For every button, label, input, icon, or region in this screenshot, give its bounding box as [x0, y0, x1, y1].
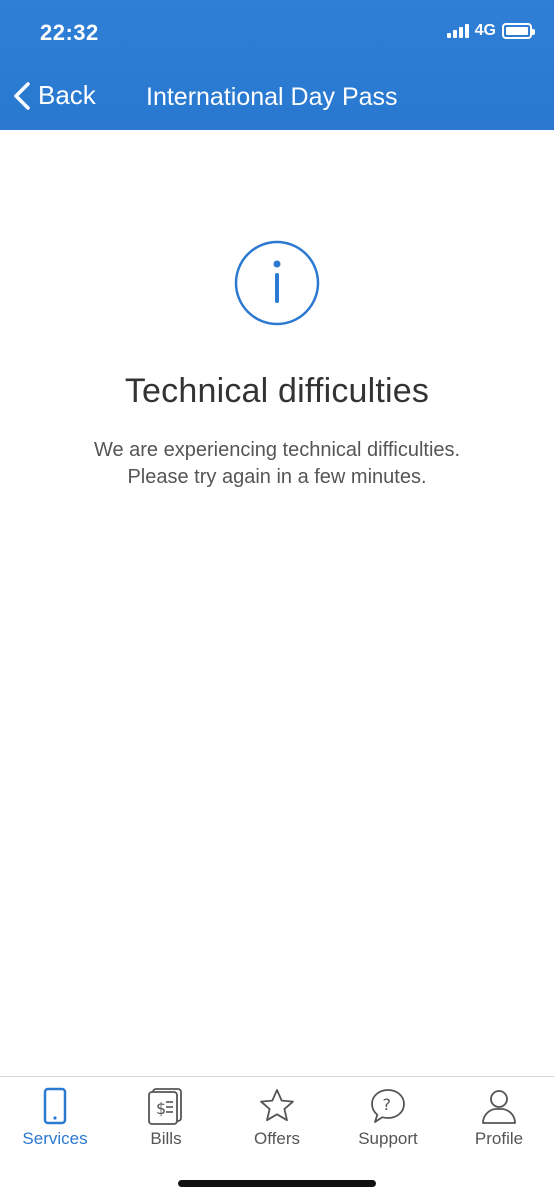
tab-label-services: Services [22, 1129, 88, 1148]
network-label: 4G [474, 22, 496, 39]
tab-support[interactable]: ? Support [333, 1077, 443, 1157]
star-icon [260, 1089, 294, 1122]
tab-services[interactable]: Services [0, 1077, 110, 1157]
tab-offers[interactable]: Offers [222, 1077, 332, 1157]
status-time: 22:32 [40, 20, 99, 45]
question-bubble-icon: ? [371, 1089, 405, 1123]
header: 22:32 4G Back International Day Pass [0, 0, 554, 130]
tab-label-profile: Profile [474, 1129, 524, 1148]
phone-icon [43, 1087, 67, 1125]
error-message-line1: We are experiencing technical difficulti… [93, 439, 461, 461]
error-message: We are experiencing technical difficulti… [0, 437, 554, 491]
bill-icon: $ [148, 1088, 182, 1125]
error-message-line2: Please try again in a few minutes. [127, 466, 427, 488]
tab-label-support: Support [358, 1129, 418, 1148]
screen: 22:32 4G Back International Day Pass Tec… [0, 0, 554, 1200]
tab-bills[interactable]: $ Bills [111, 1077, 221, 1157]
info-icon [234, 240, 320, 326]
home-indicator [178, 1180, 376, 1187]
svg-text:?: ? [383, 1095, 392, 1114]
back-button[interactable]: Back [12, 80, 96, 111]
tab-profile[interactable]: Profile [444, 1077, 554, 1157]
battery-icon [502, 23, 535, 39]
page-title: International Day Pass [146, 83, 398, 111]
svg-text:$: $ [156, 1099, 166, 1118]
tab-label-offers: Offers [254, 1129, 300, 1148]
error-title: Technical difficulties [124, 372, 430, 410]
tab-label-bills: Bills [150, 1129, 182, 1148]
signal-icon [446, 24, 469, 38]
person-icon [482, 1090, 516, 1124]
chevron-left-icon [14, 81, 30, 110]
status-indicators: 4G [446, 22, 535, 40]
back-label: Back [38, 80, 96, 110]
